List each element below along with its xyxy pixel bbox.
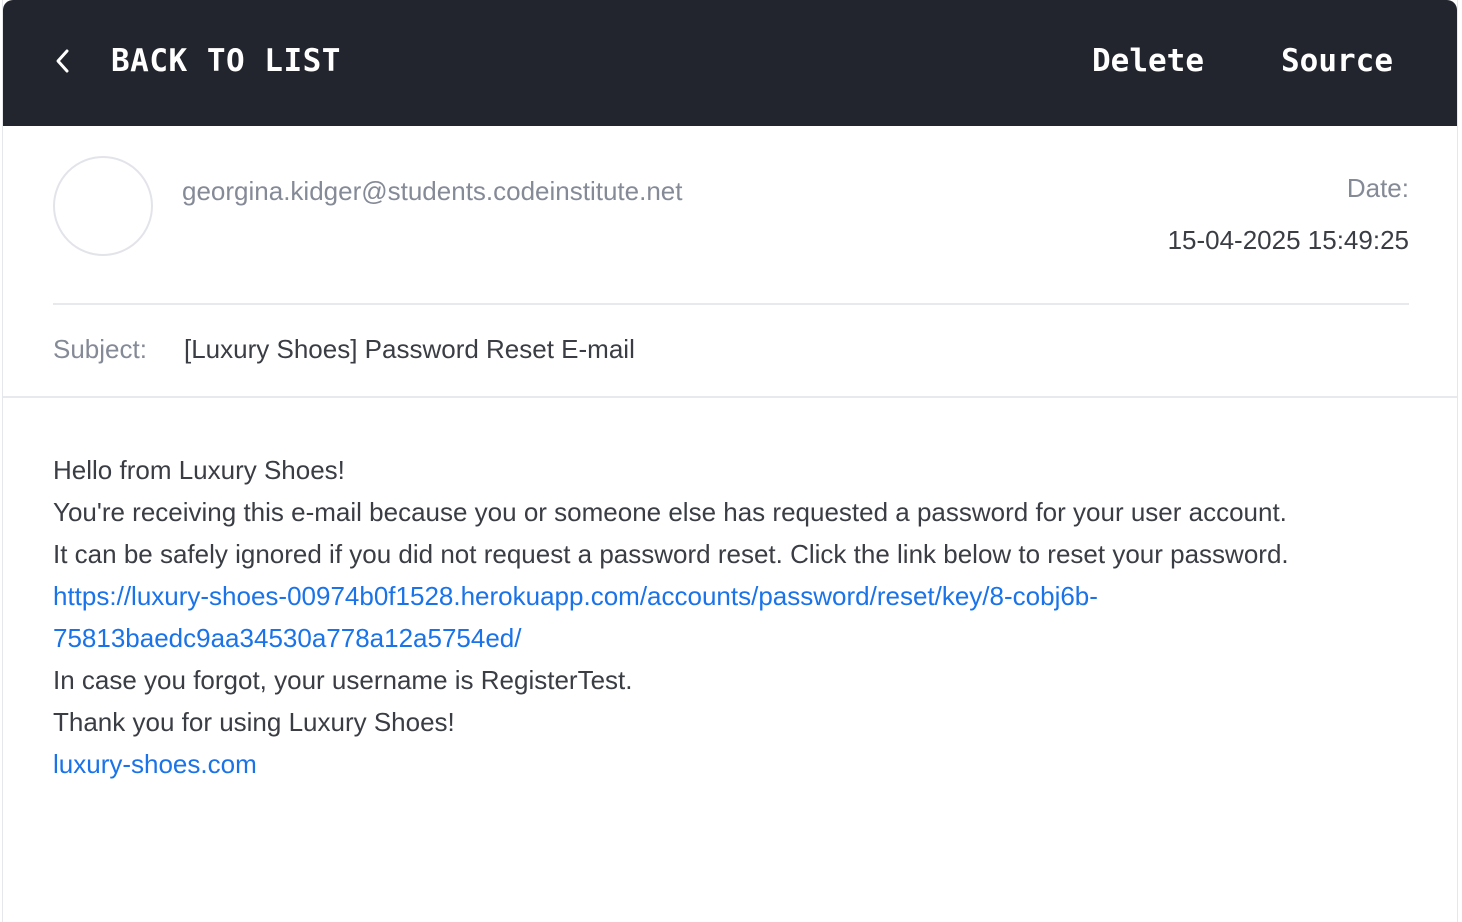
reset-link-text-2: 75813baedc9aa34530a778a12a5754ed/: [53, 623, 522, 653]
body-greeting: Hello from Luxury Shoes!: [53, 455, 345, 485]
email-viewer: BACK TO LIST Delete Source georgina.kidg…: [2, 0, 1458, 922]
subject-value: [Luxury Shoes] Password Reset E-mail: [184, 334, 635, 364]
source-button[interactable]: Source: [1281, 38, 1393, 84]
sender-avatar: [53, 156, 153, 256]
body-line-1: You're receiving this e-mail because you…: [53, 497, 1287, 527]
back-to-list-label: BACK TO LIST: [111, 43, 341, 79]
body-line-2: It can be safely ignored if you did not …: [53, 539, 1289, 569]
reset-link-text-1: https://luxury-shoes-00974b0f1528.heroku…: [53, 581, 1098, 611]
body-line-3: In case you forgot, your username is Reg…: [53, 665, 633, 695]
body-line-4: Thank you for using Luxury Shoes!: [53, 707, 455, 737]
header-divider: [53, 303, 1409, 305]
site-link[interactable]: luxury-shoes.com: [53, 743, 1433, 785]
delete-button[interactable]: Delete: [1092, 38, 1204, 84]
subject-label: Subject:: [53, 334, 147, 364]
date-value: 15-04-2025 15:49:25: [1167, 225, 1409, 255]
reset-password-link[interactable]: https://luxury-shoes-00974b0f1528.heroku…: [53, 575, 1433, 659]
email-body: Hello from Luxury Shoes! You're receivin…: [53, 449, 1433, 785]
subject-divider: [3, 396, 1457, 398]
sender-email: georgina.kidger@students.codeinstitute.n…: [182, 176, 683, 206]
back-to-list-button[interactable]: BACK TO LIST: [53, 38, 341, 84]
toolbar: BACK TO LIST Delete Source: [3, 0, 1457, 126]
date-label: Date:: [1346, 173, 1409, 203]
chevron-left-icon: [56, 49, 69, 73]
